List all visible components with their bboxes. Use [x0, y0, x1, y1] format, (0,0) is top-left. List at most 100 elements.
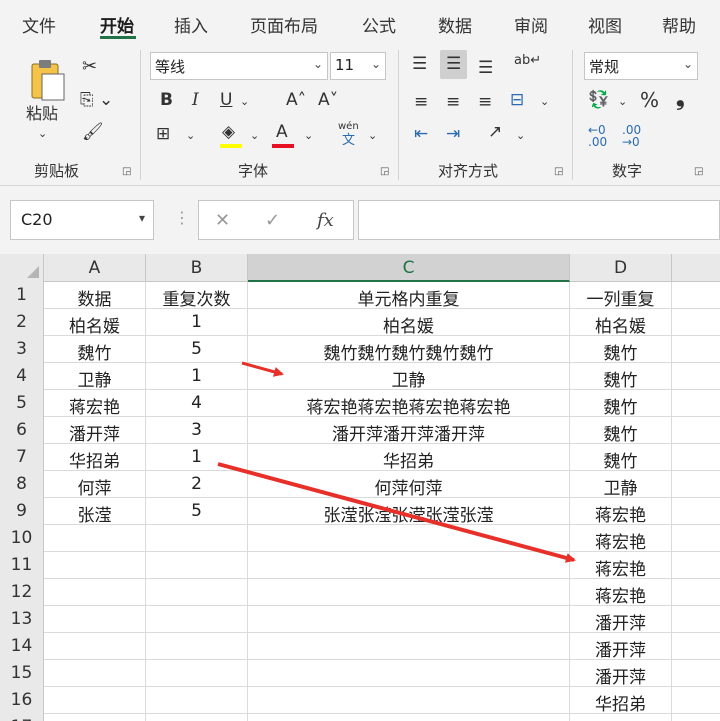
paste-icon[interactable] — [28, 58, 68, 102]
borders-dropdown-icon[interactable]: ⌄ — [186, 130, 195, 141]
enter-icon[interactable]: ✓ — [265, 210, 280, 231]
row-header[interactable]: 5 — [0, 390, 44, 417]
currency-dropdown-icon[interactable]: ⌄ — [618, 96, 627, 107]
borders-icon[interactable]: ⊞ — [156, 126, 170, 143]
tab-review[interactable]: 审阅 — [514, 12, 548, 37]
cell-d-12[interactable]: 蒋宏艳 — [570, 579, 672, 607]
decrease-indent-icon[interactable]: ⇤ — [414, 126, 428, 143]
cell-a-11[interactable] — [44, 552, 146, 579]
row-header[interactable]: 1 — [0, 282, 44, 309]
cell-d-11[interactable]: 蒋宏艳 — [570, 552, 672, 580]
row-header[interactable]: 13 — [0, 606, 44, 633]
font-name-select[interactable]: 等线 ⌄ — [150, 52, 328, 80]
font-size-select[interactable]: 11 ⌄ — [330, 52, 386, 80]
column-header-c[interactable]: C — [248, 254, 570, 282]
tab-formulas[interactable]: 公式 — [362, 12, 396, 37]
currency-icon[interactable]: 💱 — [588, 92, 609, 109]
cell-c-10[interactable] — [248, 525, 570, 552]
cancel-icon[interactable]: ✕ — [215, 210, 230, 231]
increase-indent-icon[interactable]: ⇥ — [446, 126, 460, 143]
tab-view[interactable]: 视图 — [588, 12, 622, 37]
fill-dropdown-icon[interactable]: ⌄ — [250, 130, 259, 141]
cell-b-7[interactable]: 1 — [146, 444, 248, 471]
align-middle-icon[interactable]: ☰ — [440, 50, 468, 79]
row-header[interactable]: 14 — [0, 633, 44, 660]
cell-b-15[interactable] — [146, 660, 248, 687]
cell-c-8[interactable]: 何萍何萍 — [248, 471, 570, 499]
cell-b-14[interactable] — [146, 633, 248, 660]
cell-d-8[interactable]: 卫静 — [570, 471, 672, 499]
cell-b-1[interactable]: 重复次数 — [146, 282, 248, 310]
cell-b-8[interactable]: 2 — [146, 471, 248, 498]
row-header[interactable]: 2 — [0, 309, 44, 336]
phonetic-dropdown-icon[interactable]: ⌄ — [368, 130, 377, 141]
copy-icon[interactable]: ⎘ ⌄ — [80, 92, 113, 109]
cell-d-17[interactable]: 何萍 — [570, 714, 672, 721]
row-header[interactable]: 7 — [0, 444, 44, 471]
number-format-select[interactable]: 常规 ⌄ — [584, 52, 698, 80]
cell-d-7[interactable]: 魏竹 — [570, 444, 672, 472]
clipboard-launcher-icon[interactable]: ◲ — [122, 166, 131, 177]
row-header[interactable]: 9 — [0, 498, 44, 525]
cell-d-6[interactable]: 魏竹 — [570, 417, 672, 445]
paste-label[interactable]: 粘贴 — [26, 106, 58, 122]
increase-font-icon[interactable]: A˄ — [286, 92, 306, 109]
cell-a-17[interactable] — [44, 714, 146, 721]
decrease-font-icon[interactable]: A˅ — [318, 92, 338, 109]
comma-style-icon[interactable]: ❟ — [676, 88, 685, 110]
alignment-launcher-icon[interactable]: ◲ — [554, 166, 563, 177]
cell-d-2[interactable]: 柏名媛 — [570, 309, 672, 337]
paste-dropdown-icon[interactable]: ⌄ — [38, 128, 47, 139]
underline-dropdown-icon[interactable]: ⌄ — [240, 96, 249, 107]
row-header[interactable]: 17 — [0, 714, 44, 721]
row-header[interactable]: 10 — [0, 525, 44, 552]
cell-b-3[interactable]: 5 — [146, 336, 248, 363]
merge-dropdown-icon[interactable]: ⌄ — [540, 96, 549, 107]
cell-c-2[interactable]: 柏名媛 — [248, 309, 570, 337]
cell-c-12[interactable] — [248, 579, 570, 606]
column-header-a[interactable]: A — [44, 254, 146, 282]
cell-c-11[interactable] — [248, 552, 570, 579]
bold-icon[interactable]: B — [160, 92, 173, 109]
cell-a-7[interactable]: 华招弟 — [44, 444, 146, 472]
font-color-icon[interactable]: A — [276, 124, 288, 141]
cell-a-12[interactable] — [44, 579, 146, 606]
cell-d-5[interactable]: 魏竹 — [570, 390, 672, 418]
phonetic-label[interactable]: wén — [338, 122, 359, 132]
cut-icon[interactable]: ✂ — [82, 58, 97, 76]
cell-b-4[interactable]: 1 — [146, 363, 248, 390]
align-left-icon[interactable]: ≡ — [414, 94, 428, 111]
cell-c-7[interactable]: 华招弟 — [248, 444, 570, 472]
italic-icon[interactable]: I — [192, 92, 199, 109]
cell-c-3[interactable]: 魏竹魏竹魏竹魏竹魏竹 — [248, 336, 570, 364]
column-header-d[interactable]: D — [570, 254, 672, 282]
cell-a-8[interactable]: 何萍 — [44, 471, 146, 499]
tab-help[interactable]: 帮助 — [662, 12, 696, 37]
insert-function-icon[interactable]: fx — [317, 210, 334, 231]
cell-b-9[interactable]: 5 — [146, 498, 248, 525]
orientation-dropdown-icon[interactable]: ⌄ — [516, 130, 525, 141]
cell-d-1[interactable]: 一列重复 — [570, 282, 672, 310]
fill-color-icon[interactable]: ◈ — [222, 124, 235, 141]
cell-a-10[interactable] — [44, 525, 146, 552]
cell-c-6[interactable]: 潘开萍潘开萍潘开萍 — [248, 417, 570, 445]
tab-file[interactable]: 文件 — [22, 12, 56, 37]
cell-c-14[interactable] — [248, 633, 570, 660]
number-launcher-icon[interactable]: ◲ — [694, 166, 703, 177]
cell-a-15[interactable] — [44, 660, 146, 687]
cell-b-11[interactable] — [146, 552, 248, 579]
cell-a-2[interactable]: 柏名媛 — [44, 309, 146, 337]
orientation-icon[interactable]: ↗ — [488, 124, 502, 141]
cell-a-9[interactable]: 张滢 — [44, 498, 146, 526]
cell-c-16[interactable] — [248, 687, 570, 714]
cell-b-17[interactable] — [146, 714, 248, 721]
align-center-icon[interactable]: ≡ — [446, 94, 460, 111]
cell-d-16[interactable]: 华招弟 — [570, 687, 672, 715]
cell-d-15[interactable]: 潘开萍 — [570, 660, 672, 688]
cell-b-12[interactable] — [146, 579, 248, 606]
cell-a-4[interactable]: 卫静 — [44, 363, 146, 391]
wrap-text-icon[interactable]: ab↵ — [514, 54, 541, 67]
tab-insert[interactable]: 插入 — [174, 12, 208, 37]
row-header[interactable]: 11 — [0, 552, 44, 579]
column-header-b[interactable]: B — [146, 254, 248, 282]
